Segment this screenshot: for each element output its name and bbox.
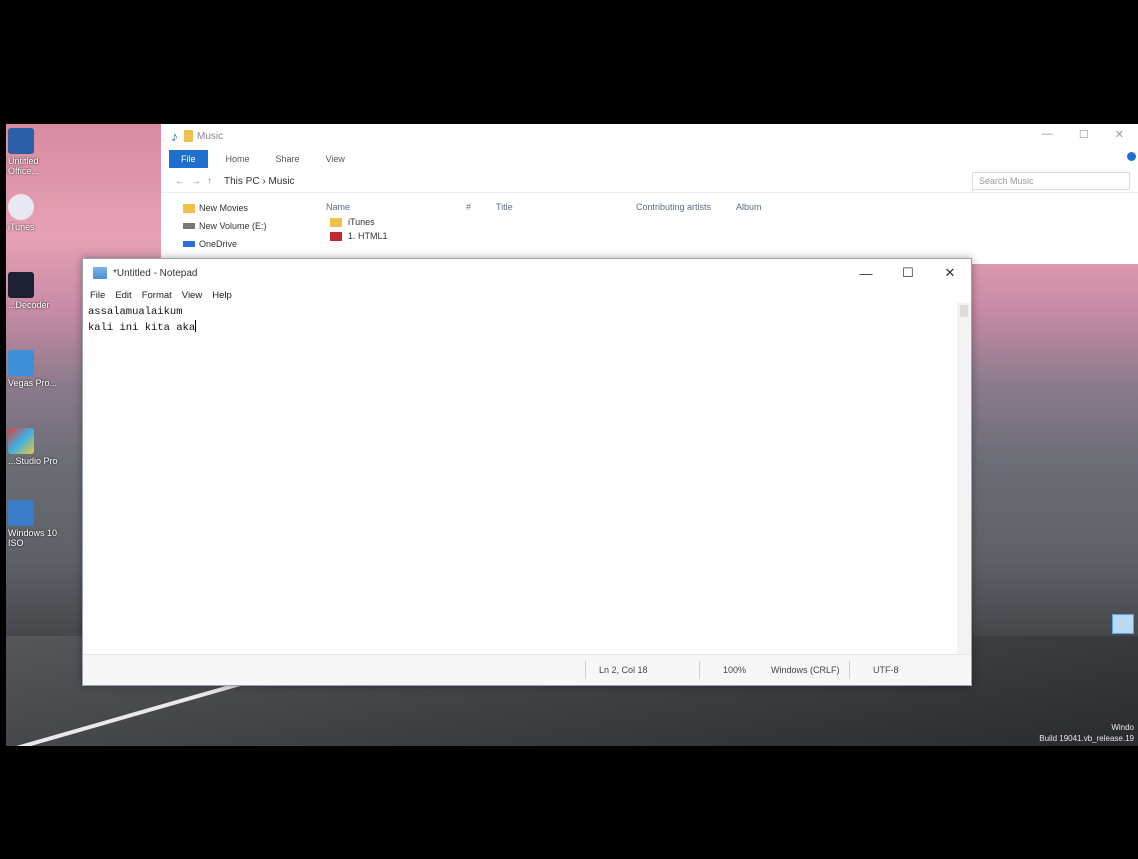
nav-item-new-movies[interactable]: New Movies [183,199,318,217]
nav-item-label: New Movies [199,203,249,213]
close-icon[interactable]: ✕ [1115,128,1124,141]
explorer-ribbon-tabs: File Home Share View [161,148,1138,170]
nav-item-label: New Volume (E:) [199,221,267,231]
status-separator [849,661,850,679]
status-cursor-position: Ln 2, Col 18 [599,665,648,675]
status-line-ending: Windows (CRLF) [771,665,840,675]
notepad-titlebar[interactable]: *Untitled - Notepad — ☐ ✕ [83,259,971,287]
notepad-title: *Untitled - Notepad [113,267,198,279]
menu-help[interactable]: Help [212,290,232,301]
status-separator [585,661,586,679]
cloud-icon [183,241,195,247]
folder-icon [183,203,195,213]
file-list: Name # Title Contributing artists Album … [318,193,1138,253]
status-zoom: 100% [723,665,747,675]
help-icon[interactable] [1127,152,1136,161]
file-explorer-window[interactable]: ♪ Music — ☐ ✕ File Home Share View ←→↑ T… [161,124,1138,264]
maximize-icon[interactable]: ☐ [1079,128,1089,141]
file-row[interactable]: iTunes [326,215,1138,229]
explorer-body: New Movies New Volume (E:) OneDrive Name… [161,193,1138,253]
desktop-icon-windows-iso[interactable]: Windows 10 ISO [6,500,58,548]
nav-item-onedrive[interactable]: OneDrive [183,235,318,253]
menu-file[interactable]: File [90,290,105,301]
desktop-icon-label: iTunes [8,222,35,232]
text-caret [195,320,197,332]
column-title[interactable]: Title [496,202,636,212]
vegas-icon [8,350,34,376]
desktop-icon-studio[interactable]: ...Studio Pro [6,428,58,466]
close-button[interactable]: ✕ [929,259,971,287]
tab-view[interactable]: View [326,154,345,164]
menu-bar: File Edit Format View Help [83,287,971,303]
desktop-icon-itunes[interactable]: iTunes [6,194,58,232]
disc-image-icon [8,500,34,526]
file-name: iTunes [348,217,375,227]
status-encoding: UTF-8 [873,665,899,675]
notepad-window[interactable]: *Untitled - Notepad — ☐ ✕ File Edit Form… [82,258,972,686]
decoder-icon [8,272,34,298]
column-name[interactable]: Name [326,202,466,212]
minimize-icon[interactable]: — [1042,128,1053,141]
windows-watermark: Windo Build 19041.vb_release.19 [1039,722,1134,744]
notepad-window-controls: — ☐ ✕ [845,259,971,287]
nav-item-new-volume[interactable]: New Volume (E:) [183,217,318,235]
menu-format[interactable]: Format [142,290,172,301]
explorer-window-controls: — ☐ ✕ [1042,128,1124,141]
status-separator [699,661,700,679]
folder-icon [330,217,342,227]
desktop-icon-label: Windows 10 ISO [8,528,58,548]
editor-line-1: assalamualaikum [88,306,183,318]
menu-edit[interactable]: Edit [115,290,131,301]
tab-share[interactable]: Share [276,154,300,164]
desktop-icon-office[interactable]: Untitled Office... [6,128,58,176]
studio-icon [8,428,34,454]
tab-file[interactable]: File [169,150,208,168]
tab-home[interactable]: Home [226,154,250,164]
desktop-icon-label: Untitled Office... [8,156,39,176]
watermark-line-1: Windo [1111,723,1134,732]
vertical-scrollbar[interactable] [957,303,971,655]
column-album[interactable]: Album [736,202,762,212]
address-path[interactable]: This PC › Music [224,176,295,187]
music-note-icon: ♪ [171,128,178,144]
desktop-icon-vegas[interactable]: Vegas Pro... [6,350,58,388]
watermark-line-2: Build 19041.vb_release.19 [1039,734,1134,743]
text-editor[interactable]: assalamualaikum kali ini kita aka [83,303,957,655]
taskbar-tray-icon[interactable] [1112,614,1134,634]
scrollbar-thumb[interactable] [960,305,968,317]
explorer-titlebar: ♪ Music — ☐ ✕ [161,124,1138,148]
desktop-icon-label: Vegas Pro... [8,378,58,388]
maximize-button[interactable]: ☐ [887,259,929,287]
search-input[interactable]: Search Music [972,172,1130,190]
nav-item-label: OneDrive [199,239,238,249]
file-name: 1. HTML1 [348,231,388,241]
status-bar: Ln 2, Col 18 100% Windows (CRLF) UTF-8 [83,654,971,685]
desktop: Untitled Office... iTunes ...Decoder Veg… [6,124,1138,746]
file-icon [330,231,342,241]
file-row[interactable]: 1. HTML1 [326,229,1138,243]
menu-view[interactable]: View [182,290,202,301]
itunes-icon [8,194,34,220]
folder-icon [184,130,193,142]
column-number[interactable]: # [466,202,496,212]
column-artists[interactable]: Contributing artists [636,202,736,212]
desktop-icon-label: ...Decoder [8,300,50,310]
explorer-title: Music [197,130,224,142]
desktop-icon-decoder[interactable]: ...Decoder [6,272,58,310]
navigation-pane: New Movies New Volume (E:) OneDrive [161,193,318,253]
editor-line-2-text: kali ini kita aka [88,322,196,334]
editor-line-2: kali ini kita aka [88,320,952,336]
navigation-arrows-icon[interactable]: ←→↑ [175,176,218,187]
address-bar-row: ←→↑ This PC › Music Search Music [161,170,1138,193]
minimize-button[interactable]: — [845,259,887,287]
office-icon [8,128,34,154]
desktop-icon-label: ...Studio Pro [8,456,58,466]
notepad-icon [93,267,107,279]
column-headers: Name # Title Contributing artists Album [326,199,1138,215]
drive-icon [183,223,195,229]
